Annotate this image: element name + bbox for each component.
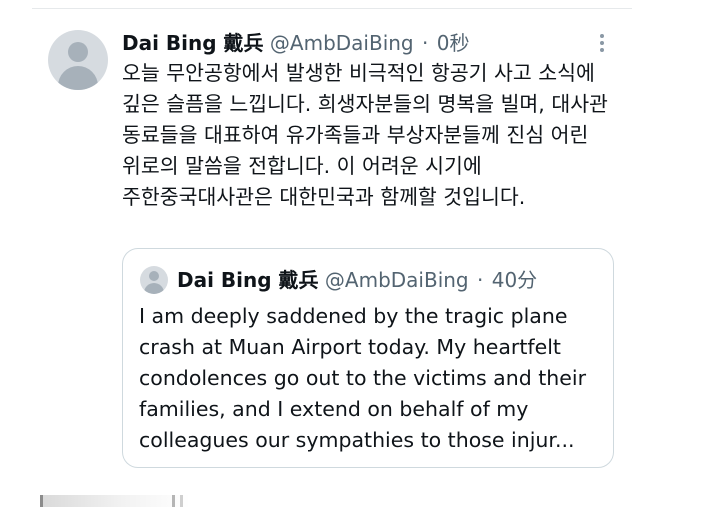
default-avatar-icon[interactable] [48, 30, 108, 90]
quoted-handle[interactable]: @AmbDaiBing [325, 268, 469, 292]
tweet-text: 오늘 무안공항에서 발생한 비극적인 항공기 사고 소식에 깊은 슬픔을 느낍니… [122, 61, 608, 209]
separator-dot: · [422, 31, 429, 55]
quoted-timestamp[interactable]: 40分 [492, 268, 537, 292]
quoted-avatar-icon[interactable] [140, 266, 168, 294]
more-vertical-icon[interactable] [594, 34, 610, 54]
author-handle[interactable]: @AmbDaiBing [270, 31, 414, 55]
quoted-display-name[interactable]: Dai Bing 戴兵 [177, 268, 319, 292]
more-dot [600, 48, 604, 52]
screenshot-page: Dai Bing 戴兵 @AmbDaiBing · 0秒 오늘 무안공항에서 발… [0, 0, 725, 522]
tweet-header: Dai Bing 戴兵 @AmbDaiBing · 0秒 [122, 28, 469, 58]
quoted-text: I am deeply saddened by the tragic plane… [139, 304, 587, 452]
avatar-head [149, 271, 159, 281]
bar-stroke [172, 495, 175, 507]
quoted-header: Dai Bing 戴兵 @AmbDaiBing · 40分 [177, 265, 537, 295]
more-dot [600, 41, 604, 45]
tweet-timestamp[interactable]: 0秒 [437, 31, 470, 55]
bar-stroke [180, 495, 183, 507]
more-dot [600, 34, 604, 38]
bar-stroke [40, 495, 43, 507]
quoted-tweet[interactable]: Dai Bing 戴兵 @AmbDaiBing · 40分 I am deepl… [122, 248, 614, 468]
separator-dot: · [477, 268, 484, 292]
avatar-body [58, 66, 98, 90]
avatar-head [68, 42, 88, 62]
avatar-body [144, 283, 164, 294]
author-display-name[interactable]: Dai Bing 戴兵 [122, 31, 264, 55]
tweet[interactable]: Dai Bing 戴兵 @AmbDaiBing · 0秒 오늘 무안공항에서 발… [48, 24, 628, 484]
bottom-action-bar-fragment [40, 495, 190, 507]
top-divider [32, 8, 632, 9]
